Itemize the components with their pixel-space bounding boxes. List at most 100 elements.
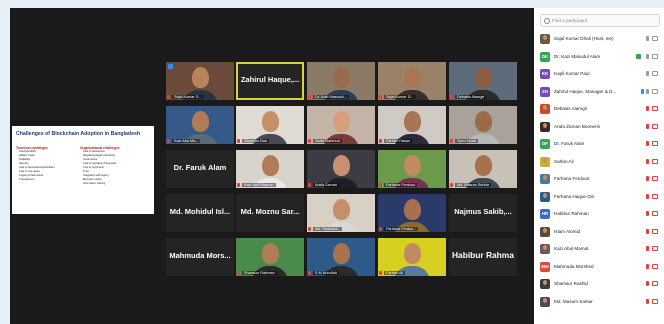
participant-video-tile[interactable]: Safat Mahmud [307, 106, 375, 144]
camera-off-icon[interactable] [652, 263, 658, 269]
tile-participant-name: Dr. Kazi Masudul... [313, 95, 349, 99]
mic-icon[interactable] [646, 53, 649, 59]
participant-video-tile[interactable]: Dipanjan Das [236, 106, 304, 144]
camera-icon[interactable] [652, 53, 658, 59]
muted-mic-icon[interactable] [646, 106, 649, 111]
participant-row[interactable]: Islam Alomid [538, 226, 662, 238]
participant-video-tile[interactable]: Habibur Rahman [449, 238, 517, 276]
participant-row[interactable]: Shamsur Rashid [538, 278, 662, 290]
tile-participant-name: Najmus Sakib,... [454, 207, 512, 216]
camera-icon[interactable] [652, 88, 658, 94]
participant-video-tile[interactable]: S M Nurullah [307, 238, 375, 276]
participant-search-input[interactable]: Find a participant [540, 14, 660, 27]
participant-avatar: MM [540, 261, 550, 272]
participant-row[interactable]: Farhana Ferdous [538, 173, 662, 185]
camera-off-icon[interactable] [652, 298, 658, 304]
participant-avatar: HR [540, 209, 550, 219]
participant-row[interactable]: HR Habibur Rahman [538, 208, 662, 220]
camera-off-icon[interactable] [652, 176, 658, 181]
muted-mic-icon[interactable] [646, 141, 649, 146]
participant-video-tile[interactable]: Najmus Sakib,... [449, 194, 517, 232]
participant-video-tile[interactable]: Sajal Kumar D... [378, 62, 446, 100]
participant-face [333, 199, 350, 220]
participant-video-tile[interactable]: Md. Masum Sarkar [449, 150, 517, 188]
avatar-photo-face [543, 157, 547, 163]
muted-mic-icon [379, 271, 382, 275]
shared-screen-slide[interactable]: Challenges of Blockchain Adoption in Ban… [12, 126, 154, 214]
participant-row[interactable]: Sajal Kumar Dhali (Host, me) [538, 33, 662, 45]
slide-bullet: Transparency [19, 178, 35, 181]
tile-participant-name: Farhana Ferdous [384, 183, 418, 187]
camera-off-icon[interactable] [652, 211, 658, 216]
participant-row[interactable]: Debasis Alamgir [538, 103, 662, 115]
muted-mic-icon[interactable] [646, 176, 649, 181]
participant-name: Dr. Kazi Masudul Alam [554, 53, 601, 59]
muted-mic-icon [308, 227, 311, 231]
slide-column-organizational: Organizational challenges Lack of awaren… [80, 146, 144, 186]
participant-row[interactable]: Md. Masum Sarkar [538, 296, 662, 308]
muted-mic-icon[interactable] [646, 193, 649, 199]
participant-avatar [540, 121, 550, 132]
mic-icon[interactable] [646, 71, 649, 76]
camera-icon[interactable] [652, 71, 658, 76]
mic-icon[interactable] [646, 88, 649, 94]
participant-video-tile[interactable]: Mahmuda Mors... [166, 238, 234, 276]
participant-video-tile[interactable]: Arafa Zaman [307, 150, 375, 188]
muted-mic-icon[interactable] [646, 228, 649, 234]
participant-face [475, 111, 492, 132]
muted-mic-icon [308, 95, 311, 99]
participant-row[interactable]: Sarfan Ali [538, 156, 662, 168]
meeting-window: Challenges of Blockchain Adoption in Ban… [10, 8, 664, 324]
participant-row[interactable]: Kazi Abul Mamat [538, 243, 662, 255]
avatar-photo-face [543, 122, 547, 128]
participant-video-tile[interactable]: Farhana Ferdous [378, 150, 446, 188]
participant-video-tile[interactable]: Zahirul Haque,... [236, 62, 304, 100]
camera-icon[interactable] [652, 36, 658, 41]
participant-video-tile[interactable]: Kazi Abu Ma... [166, 106, 234, 144]
participant-video-tile[interactable]: Kazi Abul Mamun [236, 150, 304, 188]
participant-video-tile[interactable]: Dr. Kazi Masudul... [307, 62, 375, 100]
participant-video-tile[interactable]: Md. Rashidul... [307, 194, 375, 232]
mic-icon[interactable] [646, 36, 649, 41]
muted-mic-icon[interactable] [646, 211, 649, 216]
participant-video-tile[interactable]: Farhan Hasan [378, 106, 446, 144]
muted-mic-icon[interactable] [646, 263, 649, 269]
muted-mic-icon[interactable] [646, 246, 649, 251]
camera-off-icon[interactable] [652, 158, 658, 164]
muted-mic-icon[interactable] [646, 123, 649, 129]
camera-off-icon[interactable] [652, 123, 658, 129]
muted-mic-icon[interactable] [646, 298, 649, 304]
participant-avatar [540, 226, 550, 237]
participant-video-tile[interactable]: Md. Mohidul Isl... [166, 194, 234, 232]
muted-mic-icon[interactable] [646, 281, 649, 286]
participant-video-tile[interactable]: Shamsur Rahman [236, 238, 304, 276]
tile-participant-name: Md. Rashidul... [313, 227, 343, 231]
participant-name: Mahmuda Morshed [554, 263, 594, 269]
participant-row[interactable]: DF Dr. Faruk Alam [538, 138, 662, 150]
participant-video-tile[interactable]: Debasis Alamgir [449, 62, 517, 100]
participant-avatar [540, 156, 550, 167]
camera-off-icon[interactable] [652, 193, 658, 199]
participant-video-tile[interactable]: Farhana Ferdou... [378, 194, 446, 232]
participant-video-tile[interactable]: Sajal Kumar D... [166, 62, 234, 100]
participant-row[interactable]: KK Kapil Kumar Paul [538, 68, 662, 80]
muted-mic-icon [167, 139, 170, 143]
participant-video-tile[interactable]: Syed Hasib [449, 106, 517, 144]
participant-row[interactable]: Farhana Haque Ovi [538, 191, 662, 203]
avatar-photo-face [543, 297, 547, 303]
participant-video-tile[interactable]: Dr. Faruk Alam [166, 150, 234, 188]
camera-off-icon[interactable] [652, 246, 658, 251]
participant-row[interactable]: MM Mahmuda Morshed [538, 261, 662, 273]
participant-row[interactable]: Arafa Zaman Bonnerin [538, 121, 662, 133]
camera-off-icon[interactable] [652, 281, 658, 286]
participant-video-tile[interactable]: Farhan Ali [378, 238, 446, 276]
muted-mic-icon[interactable] [646, 158, 649, 164]
participant-row[interactable]: ZH Zahirul Haque, Manager & D... [538, 86, 662, 98]
participant-video-tile[interactable]: Md. Moznu Sar... [236, 194, 304, 232]
camera-off-icon[interactable] [652, 141, 658, 146]
participant-row[interactable]: DK Dr. Kazi Masudul Alam [538, 51, 662, 63]
camera-off-icon[interactable] [652, 106, 658, 111]
participant-face [404, 243, 421, 264]
camera-off-icon[interactable] [652, 228, 658, 234]
status-icon [636, 53, 641, 59]
